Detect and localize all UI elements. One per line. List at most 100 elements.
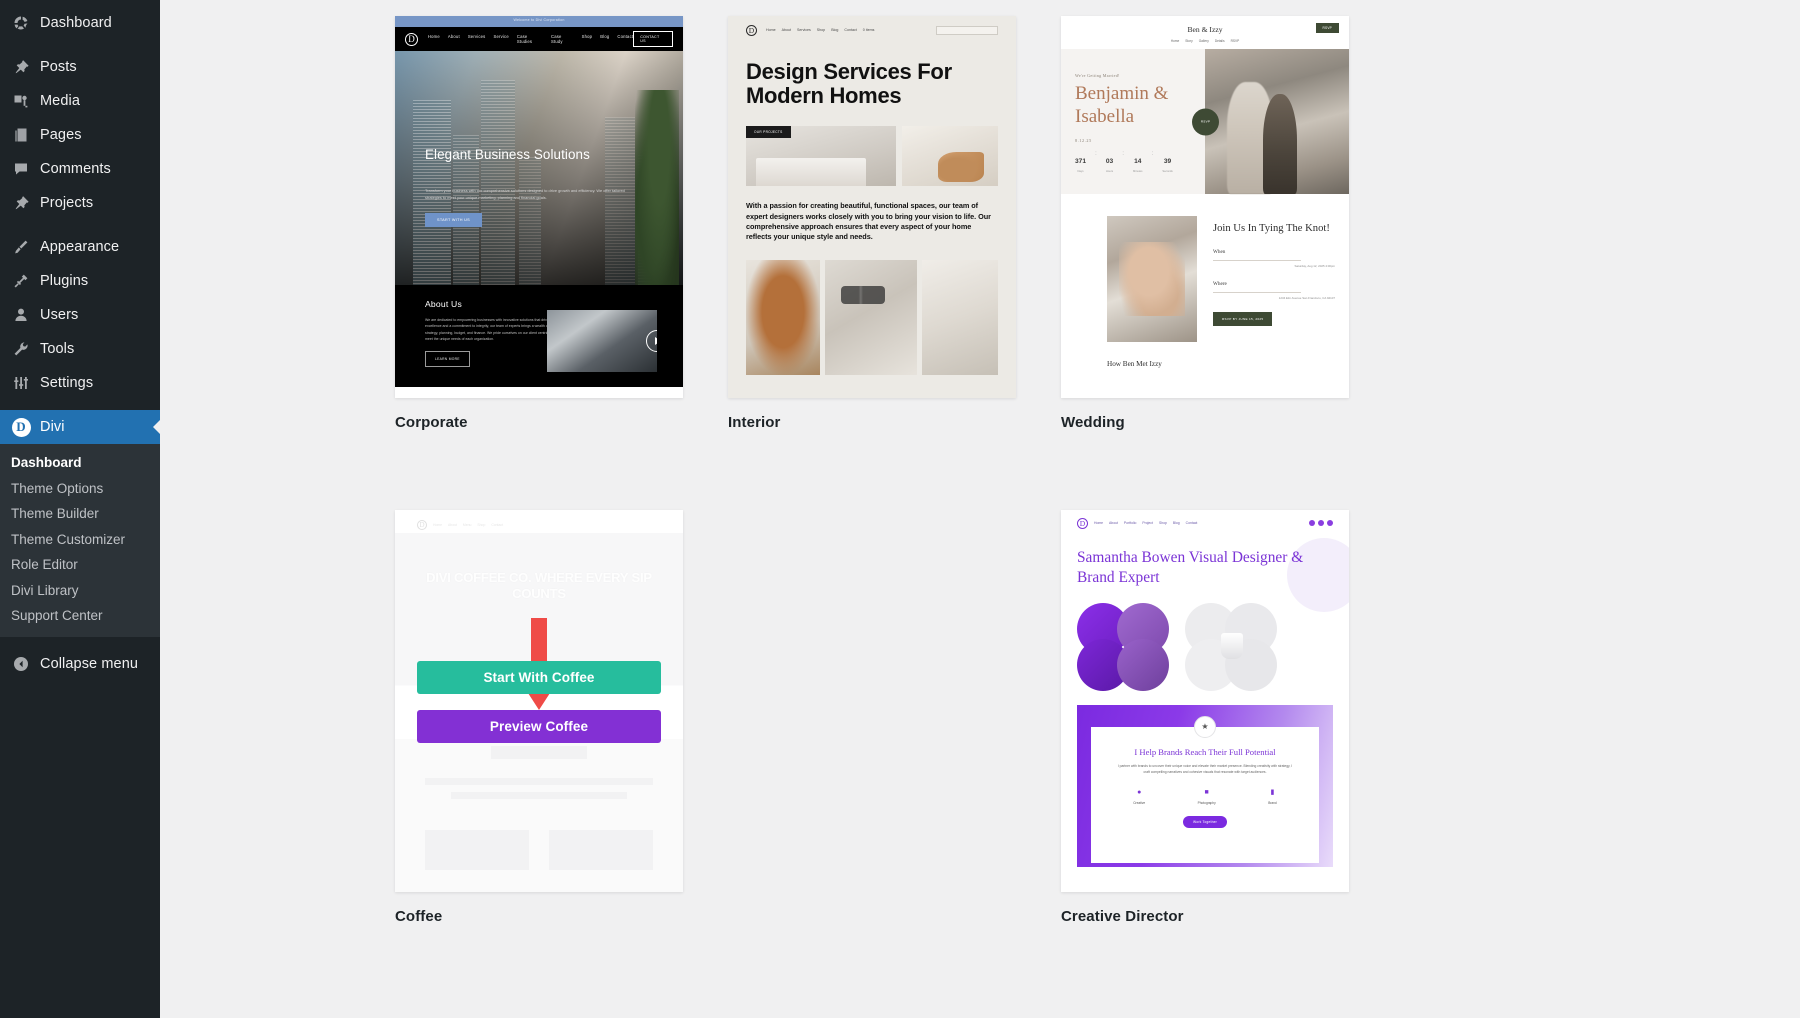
countdown-value: 14 <box>1134 158 1142 166</box>
coffee-page: D Home About Menu Shop Contact DIVI COFF… <box>395 510 683 892</box>
sidebar-item-tools[interactable]: Tools <box>0 332 160 366</box>
service-label: Creative <box>1133 800 1146 805</box>
coffee-hero-title: DIVI COFFEE CO. WHERE EVERY SIP COUNTS <box>426 570 652 602</box>
sidebar-item-label: Tools <box>40 341 75 357</box>
corporate-hero-text: Transform your business with our compreh… <box>425 188 625 200</box>
chair-shape <box>938 152 984 183</box>
divi-badge: D <box>11 417 31 437</box>
nav-link: Case Study <box>550 34 563 44</box>
tree-shape <box>635 90 679 285</box>
layout-thumbnail-wedding[interactable]: Ben & Izzy RSVP Home Story Gallery Detai… <box>1061 16 1349 398</box>
wedding-rsvp-button: RSVP <box>1315 23 1339 33</box>
social-dots-icon <box>1309 520 1333 526</box>
placeholder-block <box>451 792 627 799</box>
sidebar-item-comments[interactable]: Comments <box>0 152 160 186</box>
sidebar-item-media[interactable]: Media <box>0 84 160 118</box>
nav-link: Shop <box>1158 521 1167 525</box>
corporate-hero: Elegant Business Solutions Transform you… <box>395 51 683 285</box>
service-label: Brand <box>1268 800 1277 805</box>
coffee-nav-links: Home About Menu Shop Contact <box>433 523 503 527</box>
submenu-item-theme-customizer[interactable]: Theme Customizer <box>0 527 160 553</box>
corporate-hero-title: Elegant Business Solutions <box>425 147 590 162</box>
wedding-pretitle: We're Getting Married! <box>1075 73 1120 78</box>
layouts-main: Welcome to Divi Corporation D Home About… <box>160 0 1800 1018</box>
submenu-item-theme-builder[interactable]: Theme Builder <box>0 501 160 527</box>
layout-thumbnail-creative-director[interactable]: D Home About Portfolio Project Shop Blog… <box>1061 510 1349 892</box>
layout-grid-empty-cell <box>1394 16 1682 462</box>
sidebar-item-settings[interactable]: Settings <box>0 366 160 400</box>
interior-image-row-2 <box>746 259 998 375</box>
creative-cta-button: Work Together <box>1183 815 1227 828</box>
layout-thumbnail-coffee[interactable]: D Home About Menu Shop Contact DIVI COFF… <box>395 510 683 892</box>
interior-page: D Home About Services Shop Blog Contact … <box>728 16 1016 398</box>
sidebar-item-users[interactable]: Users <box>0 298 160 332</box>
interior-image-row: OUR PROJECTS <box>746 126 998 187</box>
sidebar-item-plugins[interactable]: Plugins <box>0 264 160 298</box>
hands-shape <box>1119 242 1185 316</box>
preview-coffee-button[interactable]: Preview Coffee <box>417 710 661 743</box>
creative-services: ● Creative ■ Photography ▮ Brand <box>1107 789 1303 805</box>
layout-caption: Creative Director <box>1061 908 1184 925</box>
layout-caption: Interior <box>728 414 781 431</box>
sidebar-item-projects[interactable]: Projects <box>0 186 160 220</box>
submenu-item-dashboard[interactable]: Dashboard <box>0 450 160 476</box>
countdown-value: 39 <box>1163 158 1172 166</box>
nav-link: Services <box>467 34 486 39</box>
nav-link: Contact <box>617 34 634 39</box>
wedding-rsvp-cta: RSVP BY JUNE 15, 2025 <box>1213 312 1273 327</box>
wedding-nav: Ben & Izzy RSVP <box>1061 16 1349 42</box>
interior-body-text: With a passion for creating beautiful, f… <box>746 201 991 242</box>
sidebar-item-label: Dashboard <box>40 15 112 31</box>
layout-card-creative-director: D Home About Portfolio Project Shop Blog… <box>1061 510 1349 925</box>
submenu-item-support-center[interactable]: Support Center <box>0 603 160 629</box>
submenu-item-theme-options[interactable]: Theme Options <box>0 476 160 502</box>
submenu-item-role-editor[interactable]: Role Editor <box>0 552 160 578</box>
wedding-site-title: Ben & Izzy <box>1187 24 1223 34</box>
layout-thumbnail-interior[interactable]: D Home About Services Shop Blog Contact … <box>728 16 1016 398</box>
sidebar-item-label: Media <box>40 93 80 109</box>
countdown-unit: 371 Days <box>1075 150 1086 173</box>
countdown-label: Hours <box>1105 170 1114 174</box>
pin-icon <box>11 193 31 213</box>
building-shape <box>519 157 541 285</box>
countdown-unit: 03 Hours <box>1106 150 1113 173</box>
wedding-rings-photo <box>1107 216 1197 342</box>
comments-icon <box>11 159 31 179</box>
sidebar-item-posts[interactable]: Posts <box>0 50 160 84</box>
sidebar-item-label: Appearance <box>40 239 120 255</box>
wedding-details-section: Join Us In Tying The Knot! When Saturday… <box>1061 194 1349 342</box>
glasses-shape <box>841 285 885 304</box>
nav-link: Home <box>427 34 440 39</box>
creative-panel: ★ I Help Brands Reach Their Full Potenti… <box>1077 704 1333 867</box>
nav-link: Shop <box>581 34 593 39</box>
corporate-video-thumbnail <box>547 310 657 372</box>
nav-link: 0 items <box>862 28 875 32</box>
sidebar-item-appearance[interactable]: Appearance <box>0 230 160 264</box>
sidebar-item-pages[interactable]: Pages <box>0 118 160 152</box>
start-with-coffee-button[interactable]: Start With Coffee <box>417 661 661 694</box>
sidebar-item-dashboard[interactable]: Dashboard <box>0 6 160 40</box>
field-label: Where <box>1213 281 1227 288</box>
collapse-menu-label: Collapse menu <box>40 655 139 672</box>
nav-link: Portfolio <box>1123 521 1137 525</box>
wedding-hero-photo: RSVP <box>1192 49 1349 194</box>
divi-logo-icon: D <box>417 520 427 530</box>
sidebar-item-divi[interactable]: D Divi <box>0 410 160 444</box>
layout-thumbnail-corporate[interactable]: Welcome to Divi Corporation D Home About… <box>395 16 683 398</box>
sidebar-item-label: Plugins <box>40 273 89 289</box>
submenu-item-divi-library[interactable]: Divi Library <box>0 578 160 604</box>
interior-image: OUR PROJECTS <box>746 126 896 187</box>
sidebar-item-label: Projects <box>40 195 94 211</box>
interior-image <box>902 126 998 187</box>
nav-link: Home <box>1094 521 1104 525</box>
nav-link: Contact <box>1185 521 1198 525</box>
collapse-menu-button[interactable]: Collapse menu <box>0 647 160 681</box>
nav-link: Shop <box>477 523 486 527</box>
nav-link: Service <box>493 34 509 39</box>
layout-card-wedding: Ben & Izzy RSVP Home Story Gallery Detai… <box>1061 16 1349 462</box>
admin-sidebar: Dashboard Posts Media Pages Comments Pro… <box>0 0 160 1018</box>
interior-nav: D Home About Services Shop Blog Contact … <box>746 16 998 44</box>
layout-grid-empty-cell <box>1394 462 1682 925</box>
layout-card-coffee: D Home About Menu Shop Contact DIVI COFF… <box>395 510 683 925</box>
countdown-label: Days <box>1077 170 1084 174</box>
